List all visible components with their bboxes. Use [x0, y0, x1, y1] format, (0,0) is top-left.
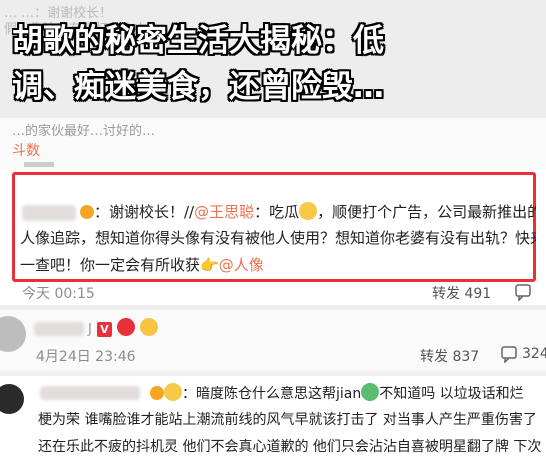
emoji-icon	[361, 383, 380, 401]
repost-button[interactable]: 转发 491	[432, 283, 491, 303]
pointing-hand-icon: 👉	[200, 256, 219, 274]
comment-icon[interactable]	[514, 283, 532, 301]
heart-badge-icon	[117, 318, 136, 336]
repost-label: 转发	[420, 349, 448, 365]
comment-time: 4月24日 23:46	[36, 349, 136, 365]
comment-line-3: 一查吧！你一定会有所收获👉@人像	[20, 255, 320, 275]
like-count[interactable]: 324	[522, 346, 546, 362]
verified-icon: V	[96, 322, 112, 337]
headline-line-1: 胡歌的秘密生活大揭秘：低	[12, 23, 384, 59]
repost-button[interactable]: 转发 837	[420, 346, 479, 366]
fragment-text: …的家伙最好…讨好的…	[12, 124, 156, 139]
title-banner: … …：谢谢校长！ 假…靠法官有明灯…众人… 胡歌的秘密生活大揭秘：低 调、痴迷…	[0, 0, 546, 118]
previous-comment-fragment: …的家伙最好…讨好的… 斗数	[0, 118, 546, 170]
mention-link[interactable]: @王思聪	[194, 203, 254, 221]
headline-line-2: 调、痴迷美食，还曾险毁…	[12, 69, 384, 105]
comment-text: ：吃瓜	[254, 203, 300, 221]
comment-icon[interactable]	[500, 345, 518, 363]
tab-label[interactable]: 斗数	[12, 140, 40, 160]
user-badge-icon	[80, 205, 94, 219]
blurred-username	[40, 386, 140, 400]
comment-text: 不知道吗 以垃圾话和烂	[379, 386, 524, 402]
comment-line-2: 梗为荣 谁嘴脸谁才能站上潮流前线的风气早就该打击了 对当事人产生严重伤害了	[38, 412, 537, 428]
user-badge-icon	[150, 386, 164, 400]
comment-time: 今天 00:15	[22, 286, 95, 302]
mention-link[interactable]: @人像	[219, 256, 264, 274]
repost-label: 转发	[432, 286, 460, 302]
comment-line-1: ：暗度陈仓什么意思这帮jian 不知道吗 以垃圾话和烂	[150, 383, 546, 404]
comment-text: 一查吧！你一定会有所收获	[20, 256, 201, 274]
user-badges: J V	[88, 318, 159, 337]
melon-emoji-icon	[299, 202, 318, 220]
comment-line-2: 人像追踪，想知道你得头像有没有被他人使用？想知道你老婆有没有出轨？快来查	[20, 229, 536, 247]
blurred-username	[34, 322, 84, 336]
comment-text: ：谢谢校长！//	[94, 203, 195, 221]
ear-badge-icon	[140, 318, 159, 336]
divider	[24, 162, 54, 167]
comment-text: ：暗度陈仓什么意思这帮jian	[182, 386, 362, 402]
comment-line-1: ：谢谢校长！//@王思聪：吃瓜 ，顺便打个广告，公司最新推出的	[20, 202, 536, 222]
comment-text: ，顺便打个广告，公司最新推出的	[317, 203, 536, 221]
repost-count: 837	[452, 349, 480, 365]
repost-count: 491	[464, 286, 492, 302]
emoji-icon	[164, 383, 182, 401]
comment-line-3: 还在乐此不疲的抖机灵 他们不会真心道歉的 他们只会沾沾自喜被明星翻了牌 下次	[38, 439, 542, 455]
